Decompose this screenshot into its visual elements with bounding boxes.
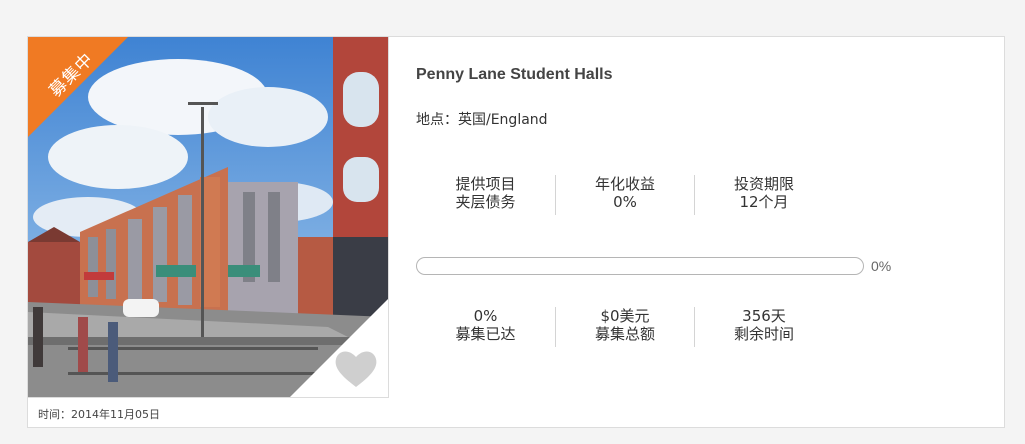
stat-label: 募集总额 [594,325,655,343]
project-photo[interactable]: 募集中 [28,37,389,398]
stat-time-remaining: 356天 剩余时间 [694,307,833,347]
stat-label: 年化收益 [594,175,655,193]
stat-investment-term: 投资期限 12个月 [694,175,833,215]
stat-value: 0% [613,193,637,211]
stat-label: 投资期限 [733,175,794,193]
stat-total-raised: $0美元 募集总额 [555,307,694,347]
stat-funded-percent: 0% 募集已达 [416,307,555,347]
project-card[interactable]: 募集中 时间：2014年11月05日 Penny Lane Student Ha… [27,36,1005,428]
stat-value: 夹层债务 [455,193,516,211]
stat-label: 提供项目 [455,175,516,193]
stat-value: $0美元 [600,307,650,325]
funding-progress-bar [416,257,864,275]
stat-label: 募集已达 [455,325,516,343]
stat-annual-return: 年化收益 0% [555,175,694,215]
stat-value: 356天 [742,307,786,325]
project-title[interactable]: Penny Lane Student Halls [416,66,612,84]
project-stats-bottom: 0% 募集已达 $0美元 募集总额 356天 剩余时间 [416,307,836,347]
project-location: 地点：英国/England [416,112,548,128]
heart-icon[interactable] [334,349,378,389]
funding-progress-label: 0% [871,258,892,274]
stat-value: 0% [473,307,498,325]
publish-date: 时间：2014年11月05日 [38,408,160,421]
project-stats-top: 提供项目 夹层债务 年化收益 0% 投资期限 12个月 [416,175,836,215]
stat-value: 12个月 [739,193,789,211]
stat-project-type: 提供项目 夹层债务 [416,175,555,215]
stat-label: 剩余时间 [733,325,794,343]
